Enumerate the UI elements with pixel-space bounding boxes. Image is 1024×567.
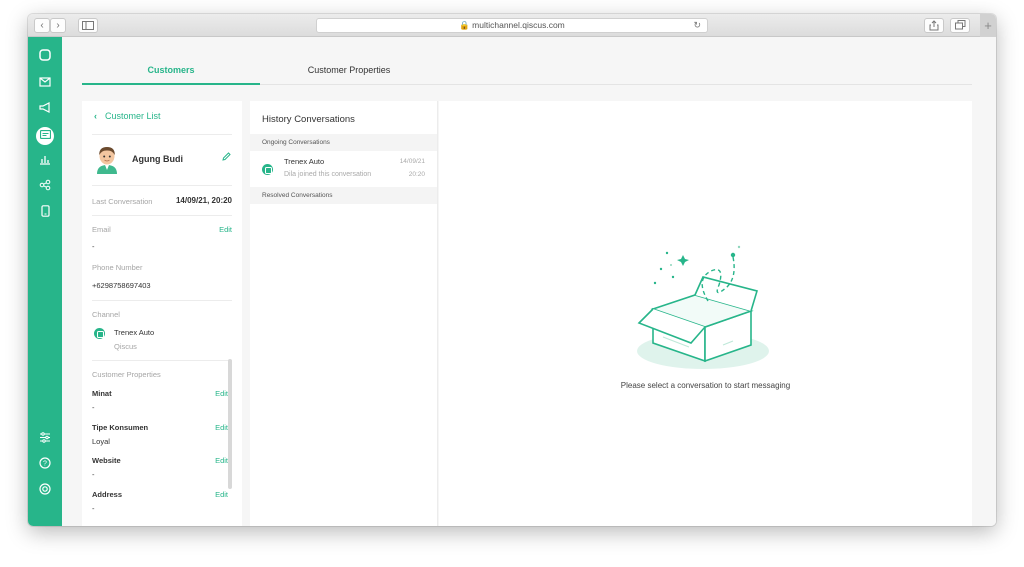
browser-toolbar: ‹ › 🔒 multichannel.qiscus.com ↻ + — [28, 14, 996, 37]
property-value: Loyal — [92, 437, 110, 446]
sidebar-toggle-icon[interactable] — [78, 18, 98, 33]
channel-icon — [262, 164, 273, 175]
ongoing-conversations-header: Ongoing Conversations — [250, 134, 437, 151]
tab-customer-properties[interactable]: Customer Properties — [260, 65, 438, 75]
property-name: Address — [92, 490, 123, 499]
phone-label: Phone Number — [92, 263, 143, 272]
pencil-icon[interactable] — [222, 152, 231, 164]
property-value: - — [92, 504, 95, 513]
reload-icon[interactable]: ↻ — [693, 19, 701, 32]
empty-state-message: Please select a conversation to start me… — [620, 381, 791, 390]
property-value: - — [92, 470, 95, 479]
lock-icon: 🔒 — [459, 20, 470, 30]
conversation-time: 20:20 — [408, 171, 425, 178]
main-content: Customers Customer Properties ‹ Customer … — [62, 37, 996, 526]
properties-scrollbar[interactable] — [228, 359, 232, 489]
email-edit-link[interactable]: Edit — [219, 225, 232, 234]
conversation-name: Trenex Auto — [284, 157, 325, 166]
chat-icon[interactable] — [36, 49, 54, 67]
analytics-icon[interactable] — [36, 153, 54, 171]
resolved-conversations-header[interactable]: Resolved Conversations — [250, 187, 437, 204]
megaphone-icon[interactable] — [36, 101, 54, 119]
channel-label: Channel — [92, 310, 120, 319]
plus-icon[interactable]: + — [980, 14, 996, 37]
customer-detail-panel: ‹ Customer List Agung Budi Last Conversat… — [82, 101, 242, 526]
url-text: multichannel.qiscus.com — [472, 20, 565, 30]
open-box-illustration — [637, 245, 769, 369]
customer-name: Agung Budi — [132, 154, 183, 164]
history-title: History Conversations — [262, 114, 355, 125]
profile-icon[interactable] — [36, 483, 54, 501]
customer-list-back-link[interactable]: ‹ Customer List — [94, 111, 161, 121]
channel-icon — [94, 328, 105, 339]
last-conversation-label: Last Conversation — [92, 197, 153, 206]
phone-value: +6298758697403 — [92, 281, 151, 290]
settings-sliders-icon[interactable] — [36, 431, 54, 449]
svg-text:?: ? — [43, 461, 47, 468]
channel-source: Qiscus — [114, 342, 137, 351]
property-name: Tipe Konsumen — [92, 423, 149, 432]
conversation-date: 14/09/21 — [399, 158, 425, 165]
channel-name: Trenex Auto — [114, 328, 155, 337]
conversation-preview: Dila joined this conversation — [284, 171, 372, 178]
property-edit-link[interactable]: Edit — [215, 423, 228, 432]
integration-icon[interactable] — [36, 179, 54, 197]
property-name: Website — [92, 456, 121, 465]
tab-bar: Customers Customer Properties — [82, 59, 972, 85]
tab-customers[interactable]: Customers — [82, 65, 260, 75]
active-tab-indicator — [82, 83, 260, 85]
mail-icon[interactable] — [36, 75, 54, 93]
divider — [92, 360, 232, 361]
property-edit-link[interactable]: Edit — [215, 389, 228, 398]
conversation-item[interactable]: Trenex Auto Dila joined this conversatio… — [250, 151, 437, 187]
history-panel: History Conversations Ongoing Conversati… — [250, 101, 438, 526]
property-value: - — [92, 403, 95, 412]
email-label: Email — [92, 225, 111, 234]
property-edit-link[interactable]: Edit — [215, 490, 228, 499]
customer-card-icon[interactable] — [36, 127, 54, 145]
email-value: - — [92, 242, 95, 251]
app-sidebar: ? — [28, 37, 62, 526]
chevron-left-icon: ‹ — [94, 111, 97, 121]
property-edit-link[interactable]: Edit — [215, 456, 228, 465]
divider — [92, 215, 232, 216]
divider — [92, 185, 232, 186]
customer-properties-label: Customer Properties — [92, 370, 161, 379]
chevron-right-icon[interactable]: › — [50, 18, 66, 33]
last-conversation-value: 14/09/21, 20:20 — [175, 196, 232, 205]
share-icon[interactable] — [924, 18, 944, 33]
divider — [92, 300, 232, 301]
browser-window: ‹ › 🔒 multichannel.qiscus.com ↻ + ? Cust… — [28, 14, 996, 526]
property-name: Minat — [92, 389, 112, 398]
tabs-icon[interactable] — [950, 18, 970, 33]
avatar — [94, 144, 120, 174]
divider — [92, 134, 232, 135]
help-icon[interactable]: ? — [36, 457, 54, 475]
mobile-icon[interactable] — [36, 205, 54, 223]
address-bar[interactable]: 🔒 multichannel.qiscus.com ↻ — [316, 18, 708, 33]
chevron-left-icon[interactable]: ‹ — [34, 18, 50, 33]
back-label: Customer List — [105, 111, 161, 121]
empty-state-panel: Please select a conversation to start me… — [439, 101, 972, 526]
